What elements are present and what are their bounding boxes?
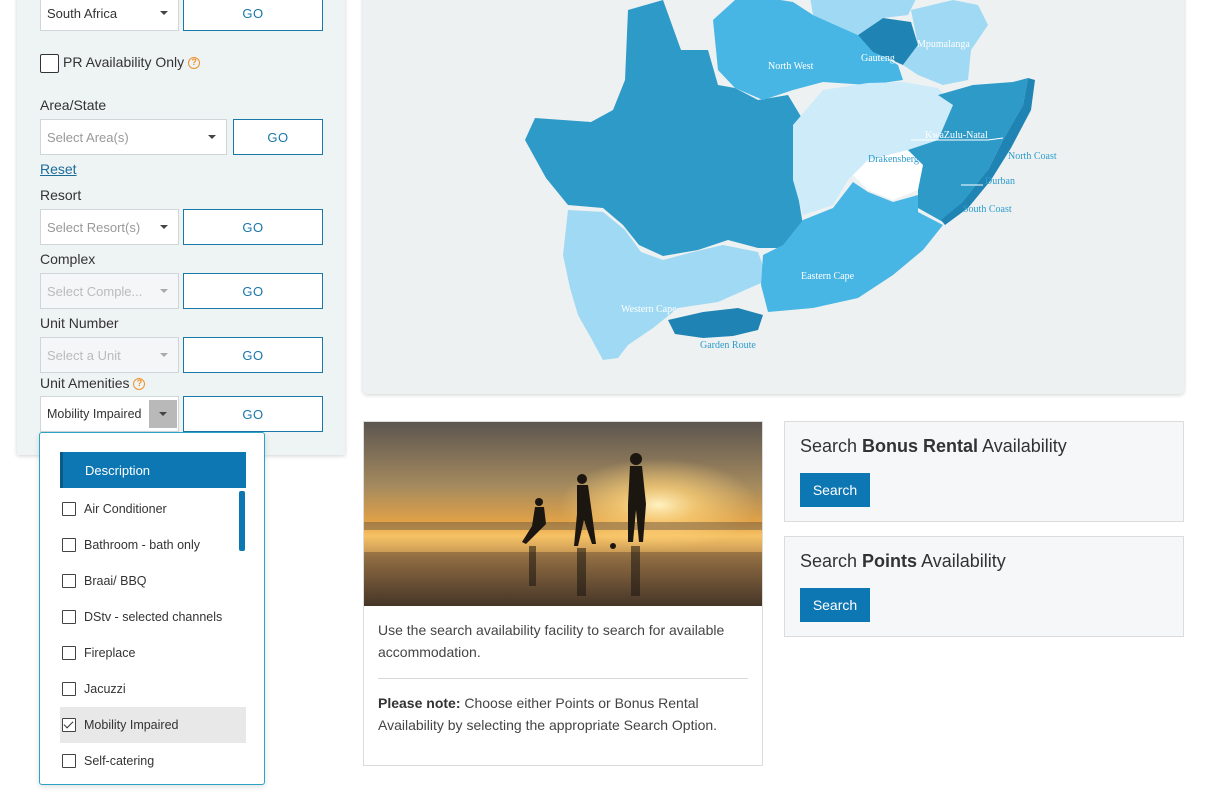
complex-select-placeholder: Select Comple...	[47, 283, 143, 299]
checkbox[interactable]	[62, 754, 76, 768]
unit-amenities-text: Unit Amenities	[40, 375, 130, 391]
map-label-gauteng: Gauteng	[861, 53, 895, 64]
checkbox[interactable]	[62, 538, 76, 552]
area-select[interactable]: Select Area(s)	[40, 119, 227, 155]
list-item-label: Fireplace	[84, 646, 136, 660]
south-africa-map: North West Gauteng Mpumalanga KwaZulu-Na…	[525, 0, 1057, 360]
map-label-eastern-cape: Eastern Cape	[801, 271, 855, 282]
unit-amenities-value: Mobility Impaired	[47, 407, 142, 421]
map-region-garden-route[interactable]	[668, 308, 763, 338]
country-go-button[interactable]: GO	[183, 0, 323, 31]
chevron-down-icon	[160, 289, 168, 293]
list-item[interactable]: Fireplace	[60, 635, 246, 671]
note-label: Please note:	[378, 695, 461, 711]
info-card: Use the search availability facility to …	[363, 421, 763, 766]
pr-availability-text: PR Availability Only	[63, 54, 185, 70]
chevron-down-icon[interactable]	[149, 400, 177, 428]
search-bonus-rental-button[interactable]: Search	[800, 473, 870, 507]
unit-number-go-button[interactable]: GO	[183, 337, 323, 373]
title-bold: Points	[862, 551, 918, 571]
resort-label: Resort	[40, 187, 82, 203]
complex-label: Complex	[40, 251, 96, 267]
list-item-label: Air Conditioner	[84, 502, 167, 516]
map-label-kwazulu-natal: KwaZulu-Natal	[925, 130, 988, 141]
dropdown-scrollbar[interactable]	[239, 491, 245, 551]
map-panel: North West Gauteng Mpumalanga KwaZulu-Na…	[363, 0, 1184, 394]
title-prefix: Search	[800, 436, 863, 456]
complex-go-button[interactable]: GO	[183, 273, 323, 309]
unit-number-label: Unit Number	[40, 315, 119, 331]
divider	[378, 678, 748, 679]
list-item-label: Mobility Impaired	[84, 718, 179, 732]
list-item[interactable]: Air Conditioner	[60, 491, 246, 527]
help-icon[interactable]: ?	[188, 57, 201, 69]
checkbox[interactable]	[62, 610, 76, 624]
list-item[interactable]: Self-catering	[60, 743, 246, 771]
map-label-durban: Durban	[985, 176, 1015, 187]
complex-select[interactable]: Select Comple...	[40, 273, 179, 309]
checkbox-checked[interactable]	[62, 718, 76, 732]
amenities-dropdown: Description Air Conditioner Bathroom - b…	[39, 432, 265, 785]
resort-select[interactable]: Select Resort(s)	[40, 209, 179, 245]
list-item[interactable]: Bathroom - bath only	[60, 527, 246, 563]
chevron-down-icon	[160, 353, 168, 357]
info-description: Use the search availability facility to …	[378, 622, 725, 660]
map-label-garden-route: Garden Route	[700, 340, 756, 351]
checkbox[interactable]	[62, 574, 76, 588]
pr-availability-label: PR Availability Only?	[63, 54, 201, 70]
list-item-label: Braai/ BBQ	[84, 574, 147, 588]
beach-sunset-photo	[364, 422, 762, 606]
beach-sunset-image	[364, 422, 762, 606]
list-item-label: Bathroom - bath only	[84, 538, 201, 552]
title-prefix: Search	[800, 551, 863, 571]
chevron-down-icon	[208, 135, 216, 139]
page: South Africa GO PR Availability Only? Ar…	[0, 0, 1205, 807]
map-label-north-west: North West	[768, 61, 814, 72]
search-points-button[interactable]: Search	[800, 588, 870, 622]
unit-number-select[interactable]: Select a Unit	[40, 337, 179, 373]
search-points-card: Search Points Availability Search	[784, 536, 1184, 637]
country-select[interactable]: South Africa	[40, 0, 179, 31]
amenities-list: Air Conditioner Bathroom - bath only Bra…	[60, 491, 246, 771]
map-label-mpumalanga: Mpumalanga	[917, 39, 970, 50]
list-item-selected[interactable]: Mobility Impaired	[60, 707, 246, 743]
resort-go-button[interactable]: GO	[183, 209, 323, 245]
country-select-value: South Africa	[47, 5, 118, 21]
list-item-label: Jacuzzi	[84, 682, 126, 696]
area-label: Area/State	[40, 97, 107, 113]
title-suffix: Availability	[978, 436, 1067, 456]
list-item[interactable]: Jacuzzi	[60, 671, 246, 707]
search-bonus-rental-card: Search Bonus Rental Availability Search	[784, 421, 1184, 522]
chevron-down-icon	[160, 11, 168, 15]
map-label-south-coast: South Coast	[963, 204, 1012, 215]
checkbox[interactable]	[62, 502, 76, 516]
area-select-placeholder: Select Area(s)	[47, 129, 129, 145]
checkbox[interactable]	[62, 646, 76, 660]
list-item[interactable]: Braai/ BBQ	[60, 563, 246, 599]
pr-availability-checkbox[interactable]	[40, 54, 59, 73]
checkbox[interactable]	[62, 682, 76, 696]
help-icon[interactable]: ?	[133, 378, 146, 390]
map-label-drakensberg: Drakensberg	[868, 154, 919, 165]
chevron-down-icon	[160, 225, 168, 229]
unit-number-select-placeholder: Select a Unit	[47, 347, 121, 363]
unit-amenities-select[interactable]: Mobility Impaired	[40, 396, 179, 432]
title-suffix: Availability	[917, 551, 1006, 571]
resort-select-placeholder: Select Resort(s)	[47, 219, 141, 235]
map-label-western-cape: Western Cape	[621, 304, 677, 315]
area-go-button[interactable]: GO	[233, 119, 323, 155]
list-item-label: Self-catering	[84, 754, 155, 768]
unit-amenities-label: Unit Amenities?	[40, 375, 146, 391]
unit-amenities-go-button[interactable]: GO	[183, 396, 323, 432]
search-points-title: Search Points Availability	[800, 551, 1006, 572]
dropdown-header[interactable]: Description	[60, 452, 246, 488]
list-item[interactable]: DStv - selected channels	[60, 599, 246, 635]
info-note: Please note: Choose either Points or Bon…	[378, 692, 748, 736]
reset-link[interactable]: Reset	[40, 161, 77, 177]
map-label-north-coast: North Coast	[1008, 151, 1057, 162]
title-bold: Bonus Rental	[862, 436, 979, 456]
search-bonus-rental-title: Search Bonus Rental Availability	[800, 436, 1067, 457]
list-item-label: DStv - selected channels	[84, 610, 223, 624]
